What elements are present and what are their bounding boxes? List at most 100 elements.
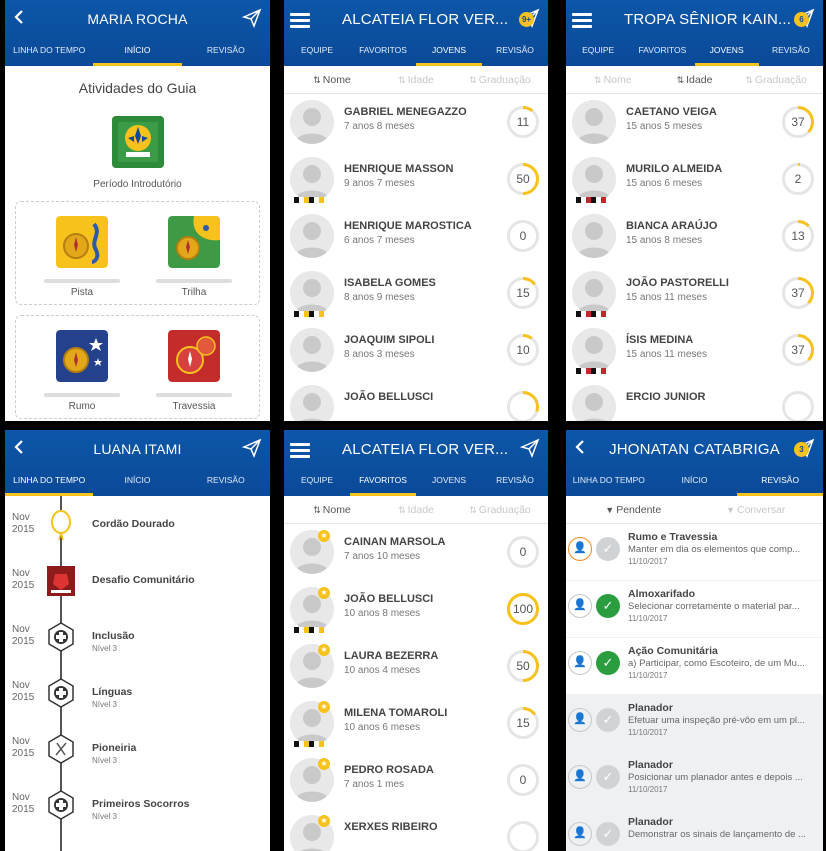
tab-review[interactable]: REVISÃO — [759, 36, 823, 66]
tab-review[interactable]: REVISÃO — [182, 36, 270, 66]
sort-by-grade[interactable]: ⇅ Graduação — [735, 74, 817, 86]
favorite-star-icon[interactable]: ★ — [318, 701, 330, 713]
favorite-star-icon[interactable]: ★ — [318, 530, 330, 542]
tab-team[interactable]: EQUIPE — [284, 466, 350, 496]
tab-team[interactable]: EQUIPE — [284, 36, 350, 66]
progress-ring: 0 — [506, 535, 540, 569]
sort-by-age[interactable]: ⇅ Idade — [374, 74, 458, 86]
timeline-item[interactable]: Nov 2015 Inclusão Nível 3 — [5, 616, 270, 672]
stage-card-trilha[interactable]: Trilha — [156, 216, 232, 298]
tab-home[interactable]: INÍCIO — [93, 36, 182, 66]
list-item[interactable]: ★ CAINAN MARSOLA 7 anos 10 meses 0 — [284, 524, 548, 581]
timeline-item[interactable]: Nov 2015 Pioneiria Nível 3 — [5, 728, 270, 784]
stage-card-travessia[interactable]: Travessia — [156, 330, 232, 412]
tab-review[interactable]: REVISÃO — [182, 466, 270, 496]
sort-by-name[interactable]: ⇅ Nome — [290, 504, 374, 516]
youth-list: CAETANO VEIGA 15 anos 5 meses 37 MURILO ALM… — [566, 94, 823, 421]
list-item[interactable]: HENRIQUE MAROSTICA 6 anos 7 meses 0 — [284, 208, 548, 265]
timeline-item[interactable]: Nov 2015 Cordão Dourado — [5, 504, 270, 560]
check-icon[interactable]: ✓ — [596, 651, 620, 675]
progress-ring: 11 — [506, 105, 540, 139]
section-scarf-icon — [576, 368, 606, 374]
list-item[interactable]: ★ JOÃO BELLUSCI 10 anos 8 meses 100 — [284, 581, 548, 638]
back-arrow-icon[interactable] — [572, 438, 588, 456]
tab-favorites[interactable]: FAVORITOS — [350, 36, 416, 66]
tab-youth[interactable]: JOVENS — [694, 36, 759, 66]
review-item[interactable]: 👤 ✓ Almoxarifado Selecionar corretamente o … — [566, 581, 823, 638]
sort-by-name[interactable]: ⇅ Nome — [572, 74, 654, 86]
stage-card-pista[interactable]: Pista — [44, 216, 120, 298]
tab-team[interactable]: EQUIPE — [566, 36, 630, 66]
tab-review[interactable]: REVISÃO — [737, 466, 823, 496]
tab-timeline[interactable]: LINHA DO TEMPO — [5, 36, 93, 66]
check-icon[interactable]: ✓ — [596, 765, 620, 789]
list-item[interactable]: BIANCA ARAÚJO 15 anos 8 meses 13 — [566, 208, 823, 265]
list-item[interactable]: ÍSIS MEDINA 15 anos 11 meses 37 — [566, 322, 823, 379]
sort-by-age[interactable]: ⇅ Idade — [374, 504, 458, 516]
review-item[interactable]: 👤 ✓ Rumo e Travessia Manter em dia os eleme… — [566, 524, 823, 581]
send-icon[interactable] — [520, 438, 540, 458]
menu-icon[interactable] — [290, 13, 310, 28]
favorite-star-icon[interactable]: ★ — [318, 758, 330, 770]
timeline-item[interactable]: Nov 2015 Desafio Comunitário — [5, 560, 270, 616]
tab-youth[interactable]: JOVENS — [416, 36, 482, 66]
filter-conversation[interactable]: ▼ Conversar — [695, 504, 818, 516]
progress-ring: 37 — [781, 333, 815, 367]
tab-favorites[interactable]: FAVORITOS — [350, 466, 416, 496]
favorite-star-icon[interactable]: ★ — [318, 815, 330, 827]
send-icon[interactable] — [242, 8, 262, 28]
stage-card-rumo[interactable]: Rumo — [44, 330, 120, 412]
list-item[interactable]: MURILO ALMEIDA 15 anos 6 meses 2 — [566, 151, 823, 208]
list-item[interactable]: JOÃO PASTORELLI 15 anos 11 meses 37 — [566, 265, 823, 322]
list-item[interactable]: ★ PEDRO ROSADA 7 anos 1 mes 0 — [284, 752, 548, 809]
tab-review[interactable]: REVISÃO — [482, 466, 548, 496]
page-title: TROPA SÊNIOR KAIN... — [624, 11, 792, 28]
menu-icon[interactable] — [290, 443, 310, 458]
stage-group-2: Rumo Travessia — [15, 315, 260, 419]
list-item[interactable]: JOÃO BELLUSCI — [284, 379, 548, 421]
list-item[interactable]: CAETANO VEIGA 15 anos 5 meses 37 — [566, 94, 823, 151]
stage-label: Trilha — [181, 287, 207, 298]
favorite-star-icon[interactable]: ★ — [318, 587, 330, 599]
list-item[interactable]: ISABELA GOMES 8 anos 9 meses 15 — [284, 265, 548, 322]
list-item[interactable]: ★ LAURA BEZERRA 10 anos 4 meses 50 — [284, 638, 548, 695]
tab-review[interactable]: REVISÃO — [482, 36, 548, 66]
review-item[interactable]: 👤 ✓ Planador Efetuar uma inspeção pré-vôo e… — [566, 695, 823, 752]
review-item[interactable]: 👤 ✓ Planador Demonstrar os sinais de lançam… — [566, 809, 823, 851]
list-item[interactable]: ★ XERXES RIBEIRO — [284, 809, 548, 851]
list-item[interactable]: GABRIEL MENEGAZZO 7 anos 8 meses 11 — [284, 94, 548, 151]
list-item[interactable]: ★ MILENA TOMAROLI 10 anos 6 meses 15 — [284, 695, 548, 752]
tab-favorites[interactable]: FAVORITOS — [630, 36, 694, 66]
send-icon[interactable] — [242, 438, 262, 458]
tab-home[interactable]: INÍCIO — [652, 466, 738, 496]
tab-timeline[interactable]: LINHA DO TEMPO — [5, 466, 94, 496]
sort-by-age[interactable]: ⇅ Idade — [654, 74, 736, 86]
filter-pending[interactable]: ▼ Pendente — [572, 504, 695, 516]
check-icon[interactable]: ✓ — [596, 708, 620, 732]
timeline-title: Línguas — [92, 686, 133, 698]
menu-icon[interactable] — [572, 13, 592, 28]
list-item[interactable]: HENRIQUE MASSON 9 anos 7 meses 50 — [284, 151, 548, 208]
app-header: LUANA ITAMI LINHA DO TEMPO INÍCIO REVISÃ… — [5, 430, 270, 496]
sort-by-name[interactable]: ⇅ Nome — [290, 74, 374, 86]
tab-timeline[interactable]: LINHA DO TEMPO — [566, 466, 652, 496]
date-month: Nov — [12, 680, 30, 691]
check-icon[interactable]: ✓ — [596, 594, 620, 618]
tab-home[interactable]: INÍCIO — [93, 466, 181, 496]
check-icon[interactable]: ✓ — [596, 822, 620, 846]
timeline-item[interactable]: Nov 2015 Línguas Nível 3 — [5, 672, 270, 728]
review-item[interactable]: 👤 ✓ Planador Posicionar um planador antes e… — [566, 752, 823, 809]
list-item[interactable]: JOAQUIM SIPOLI 8 anos 3 meses 10 — [284, 322, 548, 379]
list-item[interactable]: ERCIO JUNIOR — [566, 379, 823, 421]
favorite-star-icon[interactable]: ★ — [318, 644, 330, 656]
filter-icon: ▼ — [605, 504, 615, 515]
check-icon[interactable]: ✓ — [596, 537, 620, 561]
sort-icon: ⇅ — [398, 504, 406, 515]
tab-youth[interactable]: JOVENS — [416, 466, 482, 496]
sort-by-grade[interactable]: ⇅ Graduação — [458, 74, 542, 86]
section-scarf-icon — [576, 197, 606, 203]
timeline-item[interactable]: Nov 2015 Primeiros Socorros Nível 3 — [5, 784, 270, 840]
sort-by-grade[interactable]: ⇅ Graduação — [458, 504, 542, 516]
intro-period-badge-icon[interactable] — [112, 116, 164, 168]
review-item[interactable]: 👤 ✓ Ação Comunitária a) Participar, como Es… — [566, 638, 823, 695]
